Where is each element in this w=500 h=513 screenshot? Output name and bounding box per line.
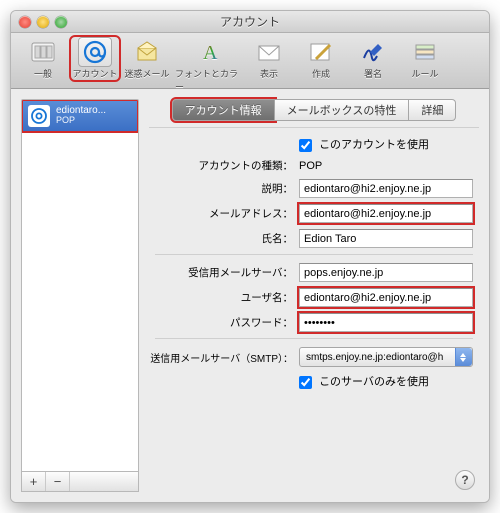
smtp-select[interactable]: smtps.enjoy.ne.jp:ediontaro@h	[299, 347, 473, 367]
fullname-field[interactable]	[299, 229, 473, 248]
account-type-value: POP	[299, 160, 479, 172]
fullname-label: 氏名：	[149, 231, 299, 246]
compose-icon	[304, 37, 338, 67]
description-label: 説明：	[149, 181, 299, 196]
incoming-server-label: 受信用メールサーバ：	[149, 265, 299, 280]
signature-icon	[356, 37, 390, 67]
enable-account-checkbox[interactable]: このアカウントを使用	[299, 139, 429, 151]
tab-bar: アカウント情報 メールボックスの特性 詳細	[149, 99, 479, 121]
email-field[interactable]	[299, 204, 473, 223]
toolbar-label: アカウント	[72, 67, 117, 80]
toolbar-label: 表示	[260, 67, 278, 80]
smtp-only-checkbox[interactable]: このサーバのみを使用	[299, 376, 429, 388]
toolbar-label: ルール	[411, 67, 438, 80]
envelope-icon	[252, 37, 286, 67]
toolbar-fonts[interactable]: A フォントとカラー	[175, 37, 241, 93]
at-sign-icon	[78, 37, 112, 67]
smtp-label: 送信用メールサーバ（SMTP）：	[149, 350, 299, 365]
enable-account-label: このアカウントを使用	[319, 139, 429, 151]
svg-text:A: A	[203, 42, 218, 64]
rules-icon	[408, 37, 442, 67]
toolbar-junk[interactable]: 迷惑メール	[123, 37, 171, 80]
toolbar-accounts[interactable]: アカウント	[71, 37, 119, 80]
toolbar-rules[interactable]: ルール	[401, 37, 449, 80]
password-label: パスワード：	[149, 315, 299, 330]
titlebar: アカウント	[11, 11, 489, 33]
description-field[interactable]	[299, 179, 473, 198]
account-info-panel: このアカウントを使用 アカウントの種類： POP 説明： メールアドレス：	[149, 127, 479, 492]
toolbar-compose[interactable]: 作成	[297, 37, 345, 80]
toolbar-label: 署名	[364, 67, 382, 80]
preferences-window: アカウント 一般 アカウント 迷惑メール A フォントとカラー	[10, 10, 490, 503]
accounts-list[interactable]: ediontaro... POP	[21, 99, 139, 472]
toolbar-signature[interactable]: 署名	[349, 37, 397, 80]
username-label: ユーザ名：	[149, 290, 299, 305]
email-label: メールアドレス：	[149, 206, 299, 221]
password-field[interactable]	[299, 313, 473, 332]
font-color-icon: A	[191, 37, 225, 67]
tab-account-info[interactable]: アカウント情報	[172, 99, 275, 121]
toolbar-view[interactable]: 表示	[245, 37, 293, 80]
toolbar-general[interactable]: 一般	[19, 37, 67, 80]
junk-icon	[130, 37, 164, 67]
chevron-updown-icon	[460, 350, 468, 364]
toolbar-label: 一般	[34, 67, 52, 80]
username-field[interactable]	[299, 288, 473, 307]
tab-advanced[interactable]: 詳細	[409, 99, 456, 121]
tab-mailbox-behaviors[interactable]: メールボックスの特性	[275, 99, 410, 121]
smtp-value: smtps.enjoy.ne.jp:ediontaro@h	[306, 352, 443, 363]
account-list-item[interactable]: ediontaro... POP	[22, 100, 138, 132]
window-title: アカウント	[11, 13, 489, 30]
account-type: POP	[56, 116, 106, 126]
accounts-sidebar: ediontaro... POP + −	[21, 99, 139, 492]
at-sign-icon	[28, 105, 50, 127]
toolbar-label: 作成	[312, 67, 330, 80]
add-account-button[interactable]: +	[22, 472, 46, 491]
switches-icon	[26, 37, 60, 67]
smtp-only-label: このサーバのみを使用	[319, 376, 429, 388]
incoming-server-field[interactable]	[299, 263, 473, 282]
remove-account-button[interactable]: −	[46, 472, 70, 491]
help-button[interactable]: ?	[455, 470, 475, 490]
toolbar: 一般 アカウント 迷惑メール A フォントとカラー 表示	[11, 33, 489, 89]
account-type-label: アカウントの種類：	[149, 158, 299, 173]
toolbar-label: 迷惑メール	[124, 67, 169, 80]
